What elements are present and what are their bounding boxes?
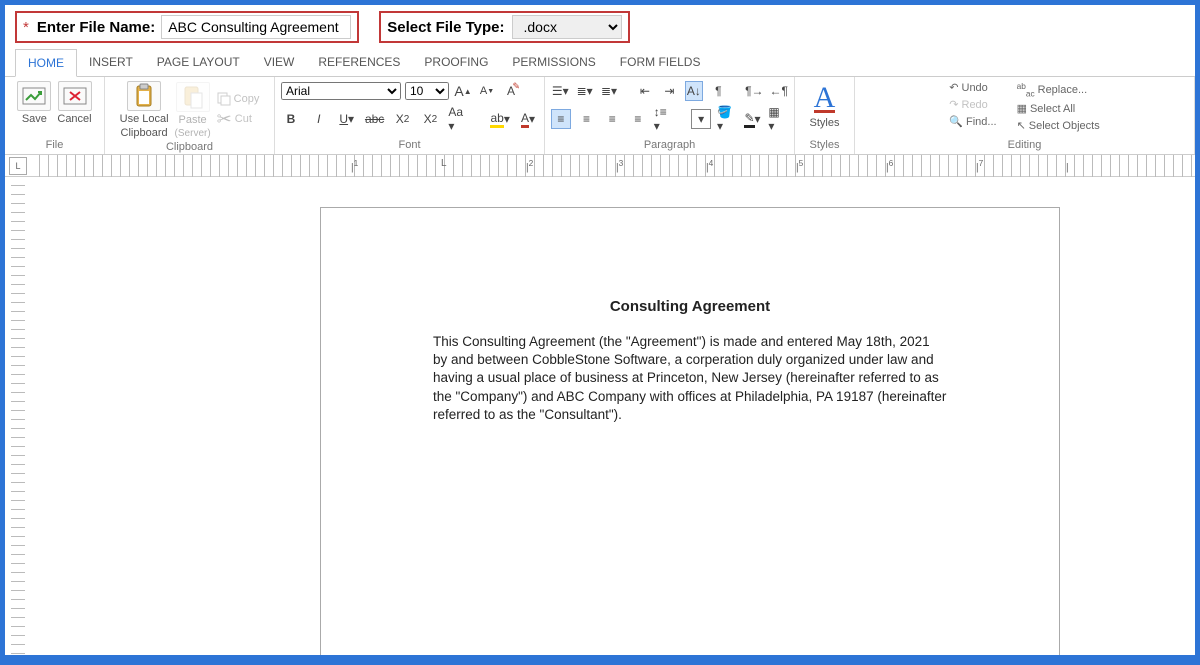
filename-input[interactable] [161, 15, 351, 39]
align-left-button[interactable]: ≡ [551, 109, 571, 129]
clipboard-icon [127, 81, 161, 111]
clipboard-section-label: Clipboard [166, 139, 213, 153]
ribbon-paragraph-section: ☰▾ ≣▾ ≣▾ ⇤ ⇥ A↓ ¶ ¶→ ←¶ ≡ ≡ ≡ ≡ ↕≡ ▾ ▾ [545, 77, 795, 154]
file-section-label: File [46, 137, 64, 151]
app-window: * Enter File Name: Select File Type: .do… [5, 5, 1195, 655]
ribbon-file-section: Save Cancel File [5, 77, 105, 154]
sort-button[interactable]: A↓ [685, 81, 704, 101]
fill-button[interactable]: 🪣▾ [717, 109, 737, 129]
highlight-button[interactable]: ab▾ [490, 109, 510, 129]
copy-button[interactable]: Copy [217, 92, 260, 106]
cut-button[interactable]: ✂ Cut [217, 110, 260, 128]
redo-button[interactable]: ↷Redo [949, 98, 996, 111]
ribbon: Save Cancel File Use Local C [5, 77, 1195, 155]
tab-pagelayout[interactable]: PAGE LAYOUT [145, 49, 252, 76]
shading-button[interactable]: ▾ [691, 109, 711, 129]
filetype-select[interactable]: .docx [512, 15, 622, 39]
tab-insert[interactable]: INSERT [77, 49, 145, 76]
menu-tabs: HOME INSERT PAGE LAYOUT VIEW REFERENCES … [5, 49, 1195, 77]
tab-selector[interactable]: L [9, 157, 27, 175]
filetype-group: Select File Type: .docx [379, 11, 630, 43]
font-color-button[interactable]: A ▾ [518, 109, 538, 129]
paragraph-section-label: Paragraph [551, 137, 788, 151]
find-button[interactable]: 🔍Find... [949, 115, 996, 128]
redo-icon: ↷ [949, 98, 958, 111]
outdent-button[interactable]: ⇤ [636, 81, 654, 101]
shrink-font-button[interactable]: A▼ [477, 81, 497, 101]
subscript-button[interactable]: X2 [393, 109, 413, 129]
bold-button[interactable]: B [281, 109, 301, 129]
italic-button[interactable]: I [309, 109, 329, 129]
cancel-button[interactable]: Cancel [57, 81, 91, 125]
grow-font-button[interactable]: A▲ [453, 81, 473, 101]
replace-icon: abac [1017, 81, 1035, 98]
font-size-select[interactable]: 10 [405, 82, 449, 100]
borders-button[interactable]: ▦ ▾ [768, 109, 788, 129]
required-star: * [23, 19, 29, 36]
vertical-ruler [11, 177, 25, 655]
selectall-button[interactable]: ▦Select All [1017, 102, 1100, 115]
ribbon-clipboard-section: Use Local Clipboard Paste (Server) Copy [105, 77, 275, 154]
align-right-button[interactable]: ≡ [602, 109, 622, 129]
tab-proofing[interactable]: PROOFING [412, 49, 500, 76]
ltr-button[interactable]: ¶→ [745, 81, 763, 101]
pen-color-button[interactable]: ✎▾ [743, 109, 763, 129]
tab-permissions[interactable]: PERMISSIONS [500, 49, 607, 76]
ribbon-styles-section: A Styles Styles [795, 77, 855, 154]
scissors-icon: ✂ [217, 110, 232, 128]
selectobjects-button[interactable]: ↖Select Objects [1017, 119, 1100, 132]
replace-button[interactable]: abacReplace... [1017, 81, 1100, 98]
rtl-button[interactable]: ←¶ [770, 81, 788, 101]
indent-button[interactable]: ⇥ [660, 81, 678, 101]
document-body[interactable]: Consulting Agreement This Consulting Agr… [321, 208, 1059, 424]
uselocal-clipboard-button[interactable]: Use Local Clipboard [120, 81, 169, 139]
document-page[interactable]: Consulting Agreement This Consulting Agr… [320, 207, 1060, 655]
save-button[interactable]: Save [17, 81, 51, 125]
undo-icon: ↶ [949, 81, 958, 94]
doc-title: Consulting Agreement [433, 298, 947, 315]
styles-button[interactable]: A Styles [810, 81, 840, 129]
superscript-button[interactable]: X2 [420, 109, 440, 129]
workspace: Consulting Agreement This Consulting Agr… [5, 177, 1195, 655]
filename-label: Enter File Name: [37, 19, 155, 36]
tab-home[interactable]: HOME [15, 49, 77, 77]
filetype-label: Select File Type: [387, 19, 504, 36]
tab-view[interactable]: VIEW [252, 49, 307, 76]
clear-format-button[interactable]: A✎ [501, 81, 521, 101]
multilevel-button[interactable]: ≣▾ [600, 81, 618, 101]
styles-section-label: Styles [810, 137, 840, 151]
ruler-track[interactable]: |1 L |2 |3 |4 |5 |6 |7 | [31, 155, 1195, 177]
tab-references[interactable]: REFERENCES [306, 49, 412, 76]
filename-group: * Enter File Name: [15, 11, 359, 43]
tab-formfields[interactable]: FORM FIELDS [608, 49, 713, 76]
find-icon: 🔍 [949, 115, 963, 128]
bullets-button[interactable]: ☰▾ [551, 81, 569, 101]
showmarks-button[interactable]: ¶ [709, 81, 727, 101]
pointer-icon: ↖ [1017, 119, 1026, 132]
align-justify-button[interactable]: ≡ [628, 109, 648, 129]
save-icon [17, 81, 51, 111]
ruler: L |1 L |2 |3 |4 |5 |6 |7 | [5, 155, 1195, 177]
align-center-button[interactable]: ≡ [577, 109, 597, 129]
styles-icon: A [814, 81, 836, 115]
font-family-select[interactable]: Arial [281, 82, 401, 100]
font-section-label: Font [281, 137, 538, 151]
top-filebar: * Enter File Name: Select File Type: .do… [5, 5, 1195, 49]
editing-section-label: Editing [1008, 137, 1042, 151]
numbering-button[interactable]: ≣▾ [575, 81, 593, 101]
paste-button[interactable]: Paste (Server) [175, 82, 211, 139]
selectall-icon: ▦ [1017, 102, 1027, 115]
strike-button[interactable]: abc [365, 109, 385, 129]
change-case-button[interactable]: Aa ▾ [448, 109, 468, 129]
ribbon-font-section: Arial 10 A▲ A▼ A✎ B I U ▾ abc X2 X2 Aa ▾… [275, 77, 545, 154]
doc-paragraph: This Consulting Agreement (the "Agreemen… [433, 333, 947, 424]
line-spacing-button[interactable]: ↕≡ ▾ [654, 109, 674, 129]
undo-button[interactable]: ↶Undo [949, 81, 996, 94]
paste-icon [176, 82, 210, 112]
underline-button[interactable]: U ▾ [337, 109, 357, 129]
cancel-icon [58, 81, 92, 111]
ribbon-editing-section: ↶Undo ↷Redo 🔍Find... abacReplace... ▦Sel… [855, 77, 1195, 154]
